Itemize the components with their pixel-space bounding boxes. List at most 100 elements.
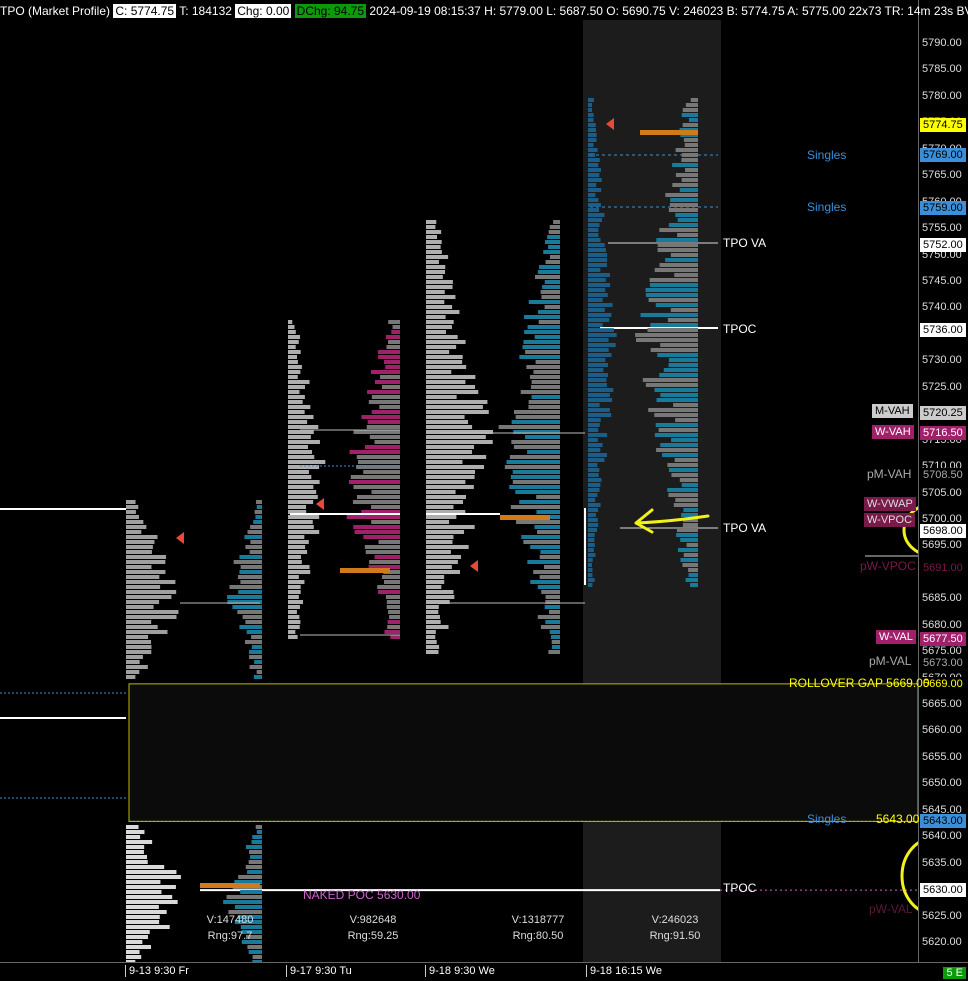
price-tag: 5691.00 [920,560,966,575]
price-tick: 5705.00 [922,486,962,499]
tpo-letter-row [288,575,299,579]
volume-row [380,375,400,379]
volume-row [240,580,262,584]
volume-row [544,280,560,284]
volume-row [649,278,698,282]
red-arrow-marker [470,560,478,572]
volume-row [379,405,400,409]
volume-row [676,533,698,537]
volume-row [635,333,698,337]
volume-row [524,315,560,319]
tpo-letter-row [426,415,465,419]
tpo-letter-row [588,188,602,192]
volume-row [251,635,262,639]
tpo-letter-row [426,380,466,384]
tpo-letter-row [426,315,446,319]
tpo-letter-row [588,258,608,262]
volume-row [509,485,560,489]
price-tag: 5630.00 [920,883,966,898]
tpo-letter-row [288,475,312,479]
tpo-letter-row [426,360,463,364]
tpo-letter-row [588,178,602,182]
volume-row [249,850,262,854]
tpo-letter-row [126,880,161,884]
corner-badge: 5 E [943,967,966,979]
volume-row [660,443,698,447]
tpo-letter-row [288,405,311,409]
tpo-letter-row [588,193,596,197]
tpo-letter-row [588,578,595,582]
volume-row [675,173,698,177]
header-bar: TPO (Market Profile) C: 5774.75 T: 18413… [0,3,968,19]
tpo-letter-row [588,463,598,467]
tpo-letter-row [126,590,177,594]
session-3-range: Rng:80.50 [512,930,564,942]
volume-row [256,500,262,504]
volume-row [386,600,400,604]
tpo-letter-row [126,610,179,614]
tpo-letter-row [588,143,594,147]
price-tick: 5695.00 [922,539,962,552]
volume-row [384,630,400,634]
volume-row [543,250,560,254]
tpo-letter-row [588,558,593,562]
volume-row [674,458,698,462]
volume-row [515,415,560,419]
tpo-letter-row [426,410,489,414]
tpo-letter-row [588,573,593,577]
tpo-letter-row [288,560,302,564]
rollover-gap-box [128,683,919,822]
tpo-letter-row [426,295,456,299]
tpo-letter-row [288,585,301,589]
tpo-letter-row [288,625,300,629]
date-axis[interactable]: 9-13 9:30 Fr 9-17 9:30 Tu 9-18 9:30 We 9… [0,962,968,981]
volume-row [529,375,560,379]
tpo-letter-row [288,520,313,524]
volume-row [512,480,560,484]
rollover-gap-label: ROLLOVER GAP 5669.00 [789,676,930,690]
volume-row [537,270,560,274]
tpo-letter-row [588,303,613,307]
volume-row [540,625,560,629]
tpo-letter-row [288,485,314,489]
tpo-letter-row [288,580,305,584]
tpo-letter-row [588,318,610,322]
volume-row [245,545,262,549]
tpo-letter-row [588,528,597,532]
volume-row [530,580,560,584]
tpo-letter-row [426,530,465,534]
volume-row [227,595,262,599]
tpo-letter-row [426,250,442,254]
volume-row [371,410,400,414]
volume-row [549,225,560,229]
volume-row [387,625,400,629]
tpo-letter-row [426,615,440,619]
volume-row [385,335,400,339]
volume-row [686,543,698,547]
tpo-letter-row [288,340,299,344]
volume-row [667,463,698,467]
volume-row [364,545,400,549]
tpo-letter-row [588,348,609,352]
tpo-letter-row [126,640,152,644]
volume-row [348,480,400,484]
volume-row [681,113,698,117]
tpo-letter-row [126,920,160,924]
price-tag: 5698.00 [920,523,966,538]
volume-row [392,325,400,329]
tpo-letter-row [288,620,301,624]
tpo-letter-row [426,445,475,449]
tpo-letter-row [426,230,442,234]
tpo-letter-row [588,413,612,417]
volume-row [250,855,262,859]
tpo-letter-row [288,425,319,429]
volume-row [650,323,698,327]
volume-row [374,555,400,559]
tpo-letter-row [426,350,450,354]
tpo-letter-row [588,238,601,242]
volume-row [538,310,560,314]
header-change: Chg: 0.00 [235,4,292,18]
tpo-letter-row [588,518,598,522]
volume-row [649,283,698,287]
volume-row [240,890,262,894]
